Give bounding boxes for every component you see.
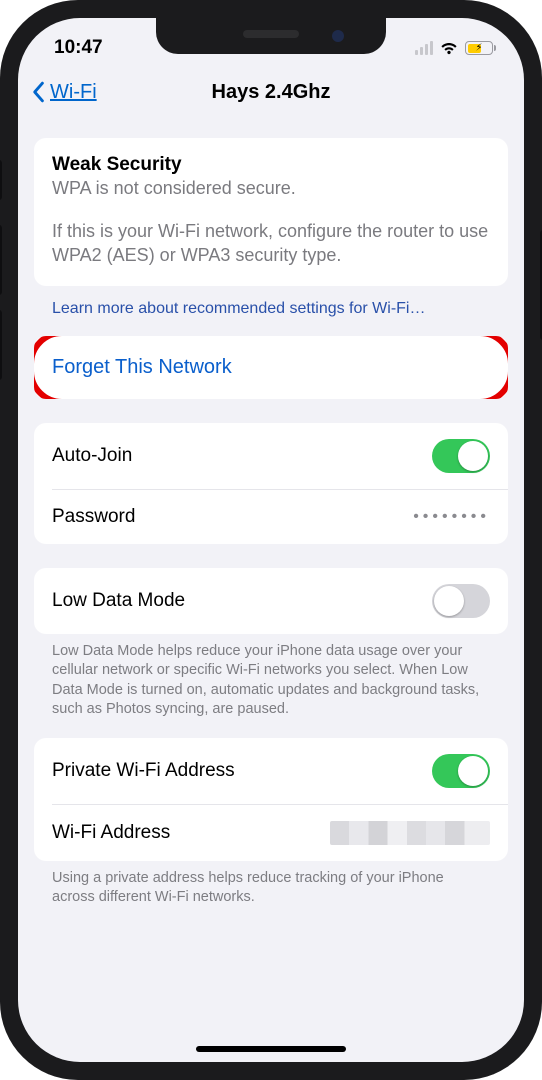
connection-settings-card: Auto-Join Password ••••••••	[34, 423, 508, 544]
password-label: Password	[52, 506, 135, 528]
chevron-left-icon	[30, 81, 46, 103]
password-row[interactable]: Password ••••••••	[34, 490, 508, 544]
wifi-address-value-redacted	[330, 821, 490, 845]
auto-join-label: Auto-Join	[52, 445, 132, 467]
low-data-label: Low Data Mode	[52, 590, 185, 612]
page-title: Hays 2.4Ghz	[212, 81, 331, 104]
status-time: 10:47	[46, 37, 103, 59]
back-button[interactable]: Wi-Fi	[30, 81, 97, 104]
password-value: ••••••••	[413, 508, 490, 526]
private-wifi-footer: Using a private address helps reduce tra…	[34, 861, 508, 926]
low-data-row: Low Data Mode	[34, 568, 508, 634]
private-wifi-toggle[interactable]	[432, 754, 490, 788]
wifi-address-row: Wi-Fi Address	[34, 805, 508, 861]
wifi-address-label: Wi-Fi Address	[52, 822, 170, 844]
forget-network-card: Forget This Network	[34, 336, 508, 399]
back-label: Wi-Fi	[50, 81, 97, 104]
wifi-icon	[439, 41, 459, 55]
auto-join-row: Auto-Join	[34, 423, 508, 489]
learn-more-link[interactable]: Learn more about recommended settings fo…	[52, 300, 504, 318]
low-data-footer: Low Data Mode helps reduce your iPhone d…	[34, 634, 508, 738]
content: Weak Security WPA is not considered secu…	[18, 116, 524, 1062]
home-indicator[interactable]	[196, 1046, 346, 1052]
phone-frame: 10:47 ⚡︎	[0, 0, 542, 1080]
weak-security-body: If this is your Wi-Fi network, configure…	[52, 219, 490, 268]
private-wifi-label: Private Wi-Fi Address	[52, 760, 235, 782]
address-card: Private Wi-Fi Address Wi-Fi Address	[34, 738, 508, 861]
notch	[156, 18, 386, 54]
battery-icon: ⚡︎	[465, 41, 496, 55]
weak-security-card: Weak Security WPA is not considered secu…	[34, 138, 508, 286]
low-data-toggle[interactable]	[432, 584, 490, 618]
auto-join-toggle[interactable]	[432, 439, 490, 473]
forget-network-button[interactable]: Forget This Network	[34, 336, 508, 399]
private-wifi-row: Private Wi-Fi Address	[34, 738, 508, 804]
weak-security-heading: Weak Security	[52, 154, 490, 176]
nav-bar: Wi-Fi Hays 2.4Ghz	[18, 68, 524, 116]
weak-security-subtitle: WPA is not considered secure.	[52, 178, 490, 199]
screen: 10:47 ⚡︎	[18, 18, 524, 1062]
cellular-signal-icon	[415, 41, 433, 55]
low-data-card: Low Data Mode	[34, 568, 508, 634]
status-icons: ⚡︎	[415, 41, 496, 55]
